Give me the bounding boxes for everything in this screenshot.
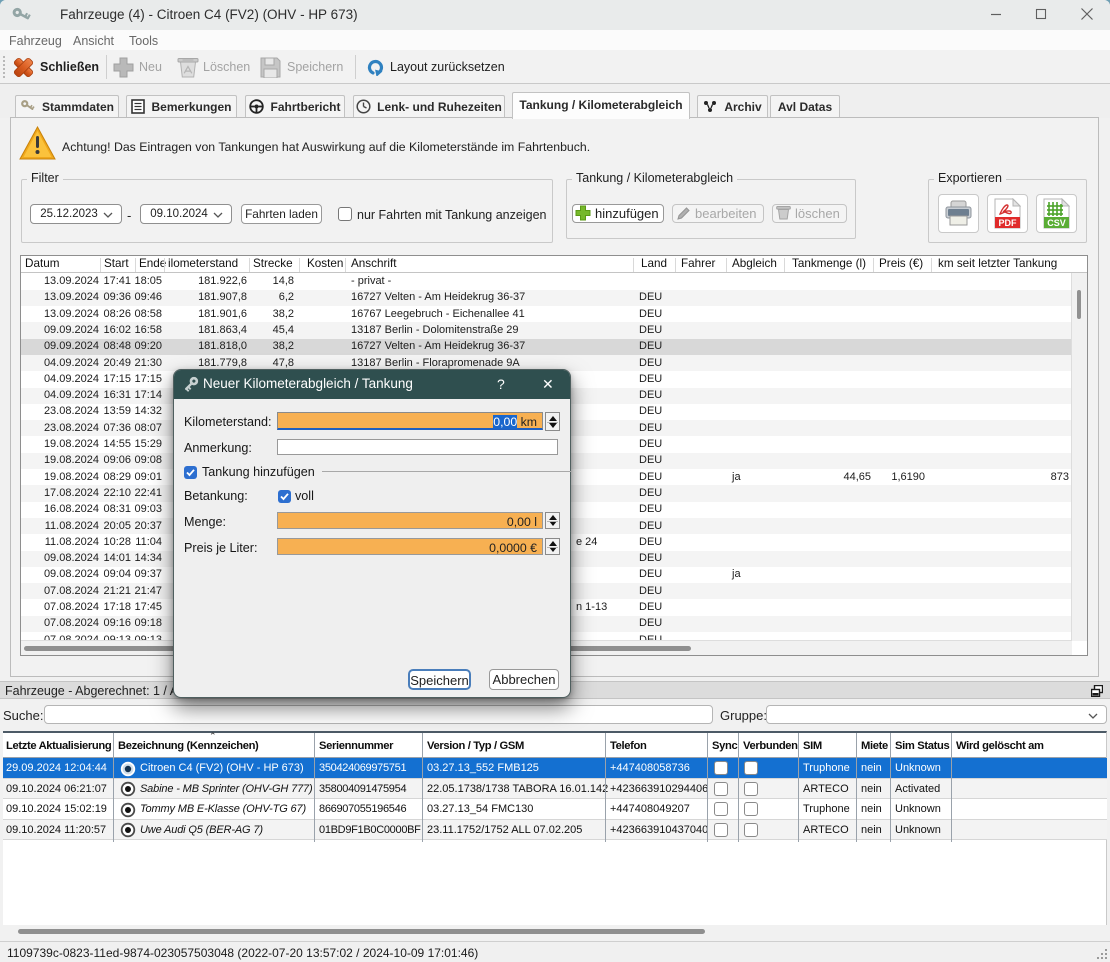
svg-text:PDF: PDF bbox=[999, 218, 1018, 228]
svg-text:CSV: CSV bbox=[1047, 218, 1066, 228]
